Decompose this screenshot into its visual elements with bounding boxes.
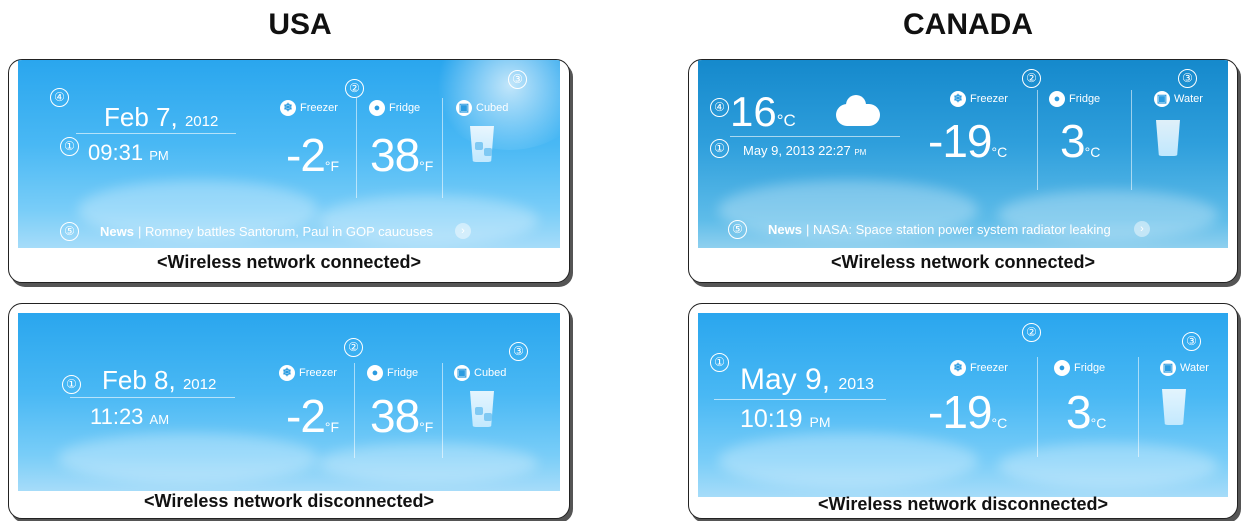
- chevron-right-icon[interactable]: ›: [1134, 221, 1150, 237]
- datetime: May 9, 2013 22:27 PM: [743, 143, 867, 158]
- fridge-temp: 3°C: [1066, 386, 1107, 438]
- marker-5: ⑤: [60, 222, 79, 241]
- news-label: News: [100, 224, 134, 239]
- fridge-label: Fridge: [1074, 362, 1106, 374]
- date: Feb 8, 2012: [102, 365, 217, 395]
- canada-disconnected-screen: ① ② ③ May 9, 2013 10:19 PM ❄ Freezer -19…: [698, 313, 1228, 497]
- region-title-canada: CANADA: [903, 8, 1033, 41]
- fridge-temp: 38°F: [370, 129, 434, 181]
- ice-cup-icon: ▣: [456, 100, 472, 116]
- water-mode-label: Water: [1174, 93, 1203, 105]
- marker-1: ①: [62, 375, 81, 394]
- snowflake-icon: ❄: [950, 91, 966, 107]
- caption: <Wireless network connected>: [831, 252, 1095, 272]
- marker-2: ②: [344, 338, 363, 357]
- marker-3: ③: [509, 342, 528, 361]
- caption: <Wireless network connected>: [157, 252, 421, 272]
- news-headline[interactable]: | Romney battles Santorum, Paul in GOP c…: [138, 224, 433, 239]
- region-title-usa: USA: [268, 8, 332, 41]
- water-drop-icon: ●: [367, 365, 383, 381]
- marker-3: ③: [1182, 332, 1201, 351]
- news-label: News: [768, 222, 802, 237]
- freezer-label: Freezer: [299, 367, 337, 379]
- water-drop-icon: ●: [1054, 360, 1070, 376]
- freezer-label: Freezer: [970, 93, 1008, 105]
- usa-connected-screen: ④ ① ② ③ Feb 7, 2012 09:31 PM ❄ Freezer -…: [18, 60, 560, 248]
- snowflake-icon: ❄: [279, 365, 295, 381]
- snowflake-icon: ❄: [280, 100, 296, 116]
- water-mode-label: Water: [1180, 362, 1209, 374]
- usa-connected-panel: ④ ① ② ③ Feb 7, 2012 09:31 PM ❄ Freezer -…: [8, 59, 570, 283]
- time: 09:31 PM: [88, 140, 169, 165]
- weather-temp: 16°C: [730, 88, 796, 135]
- water-glass-icon: [1156, 120, 1180, 156]
- freezer-temp: -2°F: [286, 390, 340, 442]
- chevron-right-icon[interactable]: ›: [455, 223, 471, 239]
- usa-disconnected-panel: ① ② ③ Feb 8, 2012 11:23 AM ❄ Freezer -2°…: [8, 303, 570, 519]
- rain-cloud-icon: [836, 95, 880, 126]
- marker-2: ②: [1022, 69, 1041, 88]
- freezer-temp: -2°F: [286, 129, 340, 181]
- fridge-label: Fridge: [1069, 93, 1101, 105]
- fridge-label: Fridge: [387, 367, 419, 379]
- marker-3: ③: [508, 70, 527, 89]
- marker-2: ②: [345, 79, 364, 98]
- caption: <Wireless network disconnected>: [144, 491, 434, 511]
- freezer-label: Freezer: [300, 102, 338, 114]
- marker-1: ①: [710, 353, 729, 372]
- ice-mode-label: Cubed: [476, 102, 509, 114]
- marker-1: ①: [710, 139, 729, 158]
- fridge-label: Fridge: [389, 102, 421, 114]
- news-headline[interactable]: | NASA: Space station power system radia…: [806, 222, 1111, 237]
- fridge-temp: 3°C: [1060, 115, 1101, 167]
- time: 11:23 AM: [90, 404, 170, 429]
- time: 10:19 PM: [740, 405, 831, 433]
- marker-4: ④: [50, 88, 69, 107]
- marker-1: ①: [60, 137, 79, 156]
- snowflake-icon: ❄: [950, 360, 966, 376]
- ice-cup-icon: ▣: [454, 365, 470, 381]
- freezer-label: Freezer: [970, 362, 1008, 374]
- freezer-temp: -19°C: [928, 386, 1008, 438]
- water-drop-icon: ●: [369, 100, 385, 116]
- marker-4: ④: [710, 98, 729, 117]
- water-drop-icon: ●: [1049, 91, 1065, 107]
- news-bar[interactable]: ⑤ News | Romney battles Santorum, Paul i…: [18, 219, 560, 245]
- marker-5: ⑤: [728, 220, 747, 239]
- marker-2: ②: [1022, 323, 1041, 342]
- water-cup-icon: ▣: [1154, 91, 1170, 107]
- ice-mode-label: Cubed: [474, 367, 507, 379]
- canada-connected-screen: ④ ① ② ③ 16°C May 9, 2013 22:27 PM ❄ Free…: [698, 60, 1228, 248]
- canada-disconnected-panel: ① ② ③ May 9, 2013 10:19 PM ❄ Freezer -19…: [688, 303, 1238, 519]
- fridge-temp: 38°F: [370, 390, 434, 442]
- canada-connected-panel: ④ ① ② ③ 16°C May 9, 2013 22:27 PM ❄ Free…: [688, 59, 1238, 283]
- freezer-temp: -19°C: [928, 115, 1008, 167]
- date: May 9, 2013: [740, 363, 874, 396]
- usa-disconnected-screen: ① ② ③ Feb 8, 2012 11:23 AM ❄ Freezer -2°…: [18, 313, 560, 491]
- water-glass-icon: [1162, 389, 1186, 425]
- marker-3: ③: [1178, 69, 1197, 88]
- date: Feb 7, 2012: [104, 102, 219, 132]
- caption: <Wireless network disconnected>: [818, 494, 1108, 514]
- news-bar[interactable]: ⑤ News | NASA: Space station power syste…: [698, 217, 1228, 243]
- water-cup-icon: ▣: [1160, 360, 1176, 376]
